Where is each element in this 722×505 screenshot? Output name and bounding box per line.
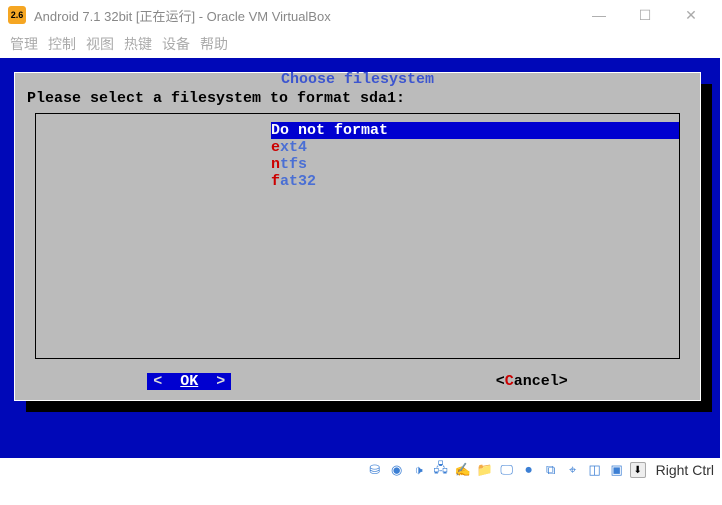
shared-icon[interactable]: 📁 — [476, 462, 494, 478]
mouse-icon[interactable]: ⌖ — [564, 462, 582, 478]
maximize-button[interactable]: ☐ — [622, 0, 668, 30]
app-icon: 2.6 — [8, 6, 26, 24]
statusbar: ⛁ ◉ 🕩 🖧 ✍ 📁 🖵 ⏺ ⧉ ⌖ ◫ ▣ ⬇ Right Ctrl — [0, 458, 722, 482]
menu-manage[interactable]: 管理 — [10, 34, 38, 54]
option-ntfs[interactable]: ntfs — [271, 156, 679, 173]
options-list: Do not format ext4 ntfs fat32 — [35, 113, 680, 359]
net-icon[interactable]: 🖧 — [432, 462, 450, 478]
minimize-button[interactable]: — — [576, 0, 622, 30]
option-fat32[interactable]: fat32 — [271, 173, 679, 190]
record-icon[interactable]: ⏺ — [520, 462, 538, 478]
close-button[interactable]: ✕ — [668, 0, 714, 30]
menu-device[interactable]: 设备 — [162, 34, 190, 54]
option-ext4[interactable]: ext4 — [271, 139, 679, 156]
cpu-icon[interactable]: ▣ — [608, 462, 626, 478]
host-key-label: Right Ctrl — [656, 462, 714, 478]
dialog-prompt: Please select a filesystem to format sda… — [15, 88, 700, 109]
clip-icon[interactable]: ⧉ — [542, 462, 560, 478]
dialog-title: Choose filesystem — [15, 71, 700, 88]
ok-button[interactable]: < OK > — [147, 373, 231, 390]
dialog-buttons: < OK > <Cancel> — [15, 367, 700, 400]
window-title: Android 7.1 32bit [正在运行] - Oracle VM Vir… — [34, 6, 576, 25]
titlebar[interactable]: 2.6 Android 7.1 32bit [正在运行] - Oracle VM… — [0, 0, 722, 30]
menu-hotkey[interactable]: 热键 — [124, 34, 152, 54]
window-controls: — ☐ ✕ — [576, 0, 714, 30]
filesystem-dialog: Choose filesystem Please select a filesy… — [14, 72, 701, 401]
option-do-not-format[interactable]: Do not format — [271, 122, 679, 139]
cancel-button[interactable]: <Cancel> — [496, 373, 568, 390]
guest-screen: Choose filesystem Please select a filesy… — [0, 58, 720, 458]
menu-control[interactable]: 控制 — [48, 34, 76, 54]
usb-icon[interactable]: ✍ — [454, 462, 472, 478]
menu-help[interactable]: 帮助 — [200, 34, 228, 54]
window-icon[interactable]: ◫ — [586, 462, 604, 478]
host-key-icon: ⬇ — [630, 462, 646, 478]
hdd-icon[interactable]: ⛁ — [366, 462, 384, 478]
vm-window: 2.6 Android 7.1 32bit [正在运行] - Oracle VM… — [0, 0, 722, 482]
display-icon[interactable]: 🖵 — [498, 462, 516, 478]
audio-icon[interactable]: 🕩 — [410, 462, 428, 478]
menu-view[interactable]: 视图 — [86, 34, 114, 54]
menubar: 管理 控制 视图 热键 设备 帮助 — [0, 30, 722, 58]
optical-icon[interactable]: ◉ — [388, 462, 406, 478]
